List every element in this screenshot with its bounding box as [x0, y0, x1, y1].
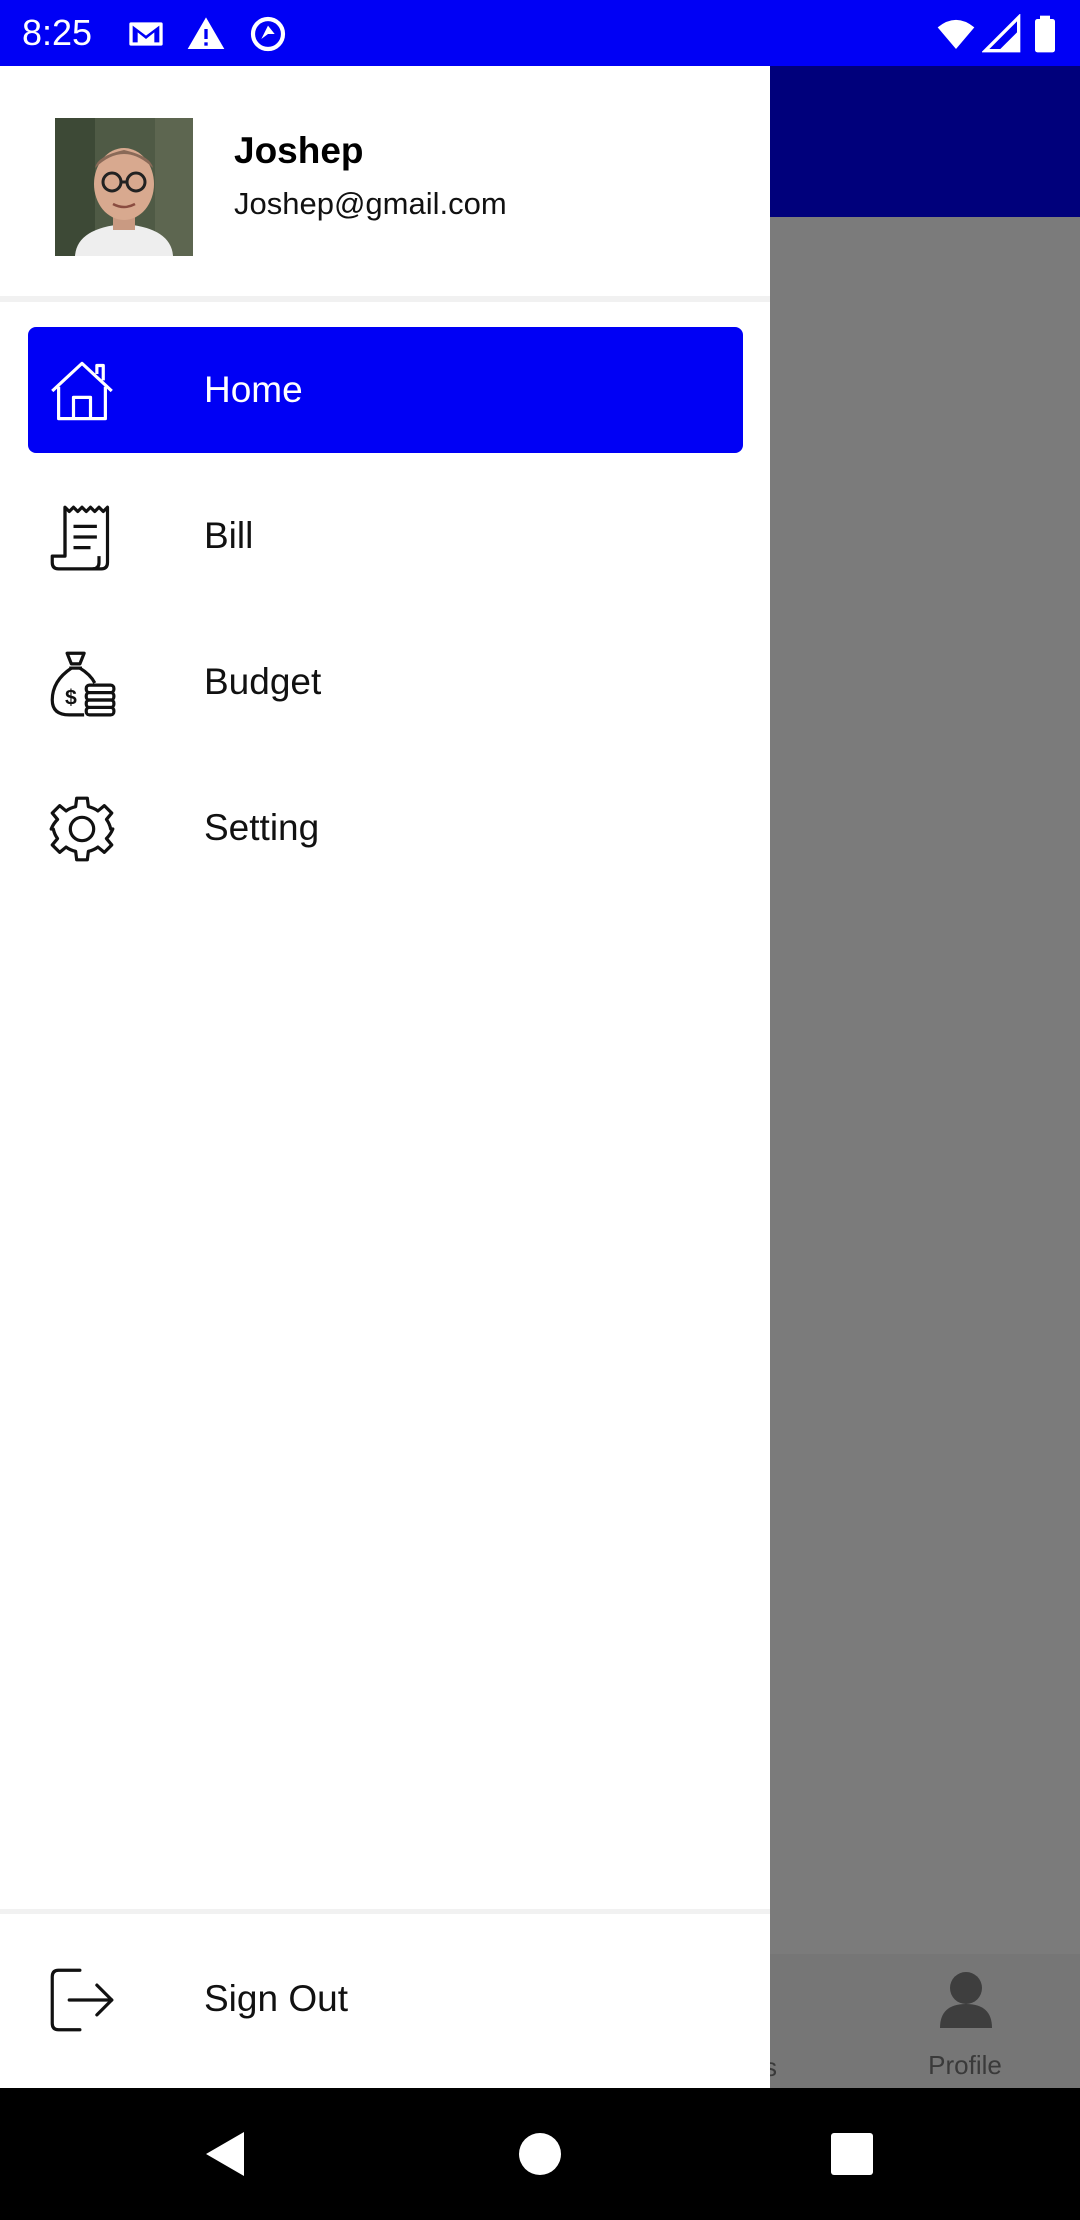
- profile-icon[interactable]: [938, 1970, 994, 2030]
- drawer-item-label: Bill: [204, 515, 254, 556]
- money-bag-icon: $: [48, 649, 116, 717]
- sync-icon: [248, 14, 288, 54]
- drawer-item-label: Home: [204, 369, 303, 410]
- navigation-drawer: Joshep Joshep@gmail.com Home Bill $ Budg…: [0, 66, 770, 2088]
- sign-out-label: Sign Out: [204, 1978, 348, 2019]
- header-divider: [0, 296, 770, 302]
- back-icon[interactable]: [200, 2128, 252, 2180]
- recents-icon[interactable]: [826, 2128, 878, 2180]
- signal-icon: [982, 14, 1022, 54]
- bottom-nav-profile-label[interactable]: Profile: [915, 2050, 1015, 2081]
- battery-icon: [1030, 14, 1060, 54]
- status-bar: 8:25: [0, 0, 1080, 66]
- user-name: Joshep: [234, 130, 364, 171]
- gmail-icon: [126, 14, 166, 54]
- avatar[interactable]: [55, 118, 193, 256]
- receipt-icon: [48, 503, 116, 571]
- system-navigation-bar: [0, 2088, 1080, 2220]
- drawer-item-label: Setting: [204, 807, 320, 848]
- logout-icon: [48, 1966, 116, 2034]
- home-circle-icon[interactable]: [514, 2128, 566, 2180]
- gear-icon: [48, 795, 116, 863]
- status-time: 8:25: [22, 12, 93, 53]
- drawer-item-label: Budget: [204, 661, 322, 702]
- drawer-item-bill[interactable]: Bill: [28, 473, 743, 599]
- wifi-icon: [936, 14, 976, 54]
- home-icon: [48, 357, 116, 425]
- warning-icon: [186, 14, 226, 54]
- svg-text:$: $: [65, 685, 77, 709]
- sign-out-button[interactable]: Sign Out: [28, 1936, 743, 2062]
- drawer-item-home[interactable]: Home: [28, 327, 743, 453]
- drawer-item-budget[interactable]: $ Budget: [28, 619, 743, 745]
- user-email: Joshep@gmail.com: [234, 186, 507, 221]
- drawer-item-setting[interactable]: Setting: [28, 765, 743, 891]
- footer-divider: [0, 1909, 770, 1914]
